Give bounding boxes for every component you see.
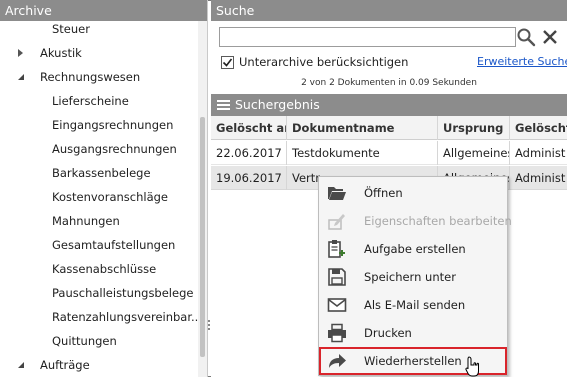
menu-item-print[interactable]: Drucken	[319, 319, 507, 347]
tree-item-label: Gesamtaufstellungen	[52, 238, 176, 252]
column-header-deleted-on[interactable]: Gelöscht am	[211, 116, 287, 140]
cell-deleted-by: Administ	[515, 146, 566, 160]
tree-item-label: Rechnungswesen	[40, 70, 141, 84]
menu-item-create-task[interactable]: Aufgabe erstellen	[319, 235, 507, 263]
mail-icon	[327, 298, 347, 312]
folder-open-icon	[328, 187, 346, 200]
tree-item-label: Ausgangsrechnungen	[52, 142, 177, 156]
search-icon[interactable]	[516, 27, 536, 47]
tree-item-label: Kostenvoranschläge	[52, 190, 168, 204]
menu-label: Öffnen	[364, 186, 403, 200]
results-header: Suchergebnis	[211, 94, 567, 116]
cell-deleted-on: 19.06.2017	[211, 166, 287, 190]
column-header-deleted-by[interactable]: Gelöscht	[510, 116, 567, 140]
tree-item-label: Pauschalleistungsbelege	[52, 286, 194, 300]
menu-label: Speichern unter	[364, 270, 456, 284]
save-icon	[328, 268, 346, 286]
search-input[interactable]	[219, 27, 516, 47]
menu-item-send-email[interactable]: Als E-Mail senden	[319, 291, 507, 319]
result-count-text: 2 von 2 Dokumenten in 0.09 Sekunden	[301, 78, 477, 88]
cell-document-name: Testdokumente	[287, 141, 438, 165]
advanced-search-link[interactable]: Erweiterte Suche	[477, 54, 567, 70]
menu-item-edit-properties: Eigenschaften bearbeiten	[319, 207, 512, 235]
results-title: Suchergebnis	[235, 97, 320, 112]
column-header-document-name[interactable]: Dokumentname	[287, 116, 438, 140]
archive-tree: Steuer Akustik Rechnungswesen Lieferscheine…	[0, 21, 198, 377]
tree-item-label: Quittungen	[52, 334, 117, 348]
menu-item-open[interactable]: Öffnen	[319, 179, 507, 207]
grid-header-row: Gelöscht am Dokumentname Ursprung Gelösc…	[211, 116, 567, 140]
restore-arrow-icon	[329, 354, 346, 368]
printer-icon	[328, 323, 346, 343]
tree-item-label: Kassenabschlüsse	[52, 262, 157, 276]
mouse-pointer-icon	[465, 356, 479, 377]
create-task-icon	[328, 240, 345, 258]
table-row[interactable]: 22.06.2017 Testdokumente Allgemeines Adm…	[211, 141, 567, 165]
collapsed-arrow-icon[interactable]	[18, 49, 23, 57]
cell-origin: Allgemeines	[438, 141, 510, 165]
menu-label: Als E-Mail senden	[364, 298, 466, 312]
tree-item-label: Akustik	[40, 46, 82, 60]
expanded-arrow-icon[interactable]	[18, 74, 24, 80]
checkmark-icon	[222, 58, 233, 67]
tree-scrollbar-thumb[interactable]	[200, 117, 205, 357]
include-subarchives-checkbox[interactable]	[221, 56, 234, 69]
tree-item-label: Eingangsrechnungen	[52, 118, 174, 132]
menu-label: Aufgabe erstellen	[364, 242, 466, 256]
search-panel-title: Suche	[211, 0, 567, 21]
cell-deleted-by: Administ	[515, 171, 566, 185]
tree-item-label: Aufträge	[40, 358, 90, 372]
archive-panel-title: Archive	[0, 0, 207, 21]
menu-label: Eigenschaften bearbeiten	[364, 214, 512, 228]
context-menu: Öffnen Eigenschaften bearbeiten Aufgabe …	[318, 176, 512, 376]
menu-label: Drucken	[364, 326, 412, 340]
tree-scrollbar[interactable]	[198, 21, 207, 377]
include-subarchives-label: Unterarchive berücksichtigen	[239, 55, 409, 69]
cell-deleted-on: 22.06.2017	[211, 141, 287, 165]
tree-item-label: Mahnungen	[52, 214, 120, 228]
hamburger-menu-icon[interactable]	[217, 100, 230, 110]
close-icon[interactable]	[541, 27, 559, 47]
expanded-arrow-icon[interactable]	[18, 362, 24, 368]
archive-panel: Archive Steuer Akustik Rechnungswesen Liefe…	[0, 0, 208, 377]
tree-item-label: Barkassenbelege	[52, 166, 151, 180]
tree-item-label: Steuer	[52, 22, 90, 36]
menu-item-save-as[interactable]: Speichern unter	[319, 263, 507, 291]
menu-label: Wiederherstellen	[364, 354, 462, 368]
edit-properties-icon	[328, 214, 345, 230]
column-header-origin[interactable]: Ursprung	[438, 116, 510, 140]
tree-item-label: Ratenzahlungsvereinbar...	[52, 310, 198, 324]
tree-item-label: Lieferscheine	[52, 94, 129, 108]
